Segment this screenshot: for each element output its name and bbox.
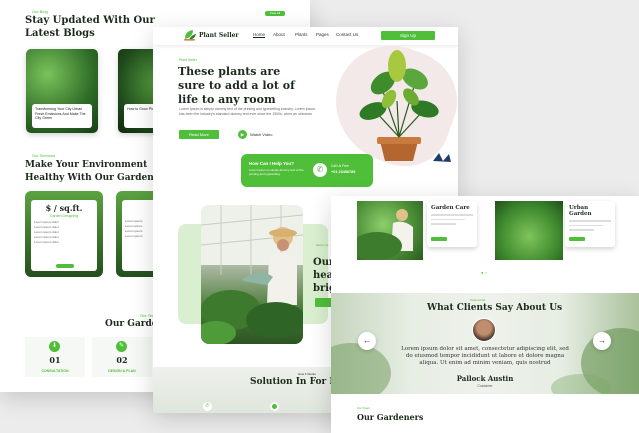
service-card[interactable]: Garden Care xyxy=(427,201,477,247)
watch-video-link[interactable]: Watch Video xyxy=(250,132,272,137)
client-role: Customer xyxy=(477,384,493,388)
testimonial-heading: What Clients Say About Us xyxy=(427,303,563,313)
choose-plan-button[interactable] xyxy=(56,264,74,268)
read-more-button[interactable]: Read More xyxy=(179,130,219,139)
phone-icon[interactable]: ✆ xyxy=(313,163,327,177)
gardener-photo xyxy=(201,205,303,344)
nav-home[interactable]: Home xyxy=(253,32,266,38)
arrow-left-icon[interactable]: ← xyxy=(358,332,376,350)
service-button[interactable] xyxy=(431,237,447,241)
brand-name[interactable]: Plant Seller xyxy=(199,32,239,39)
carousel-dots[interactable]: ● ○ xyxy=(481,270,487,275)
nav-contact[interactable]: Contact Us xyxy=(336,32,358,37)
solution-tag: How It Works xyxy=(298,372,316,376)
play-icon[interactable]: ▶ xyxy=(238,130,247,139)
services-tag: Our Services xyxy=(32,153,56,158)
hero-heading: These plants are sure to add a lot of li… xyxy=(178,65,295,106)
price-value: $ / sq.ft. xyxy=(45,203,83,213)
service-button[interactable] xyxy=(569,237,585,241)
consultation-icon: ⬇ xyxy=(49,341,60,352)
process-step: ✎ 02 DESIGN & PLAN xyxy=(92,337,152,377)
services-page-preview: Garden Care Urban Garden ● ○ Testimonial… xyxy=(331,196,639,433)
help-text: Lorem Ipsum is simply dummy text of the … xyxy=(249,168,304,176)
client-name: Pallock Austin xyxy=(456,374,514,383)
phone-icon: ✆ xyxy=(203,402,212,411)
service-card[interactable]: Urban Garden xyxy=(565,201,615,247)
about-tag: About Us xyxy=(316,243,329,247)
hero-tag: Plant Seller xyxy=(179,58,197,62)
process-step: ⬇ 01 CONSULTATION xyxy=(25,337,85,377)
blog-title[interactable]: Transforming Your City Urban Fresh Emiss… xyxy=(32,104,92,128)
nav-plants[interactable]: Plants xyxy=(295,32,308,37)
potted-plant-illustration xyxy=(359,50,451,162)
testimonial-tag: Testimonial xyxy=(470,298,486,302)
step-number: 02 xyxy=(116,355,128,365)
nav-pages[interactable]: Pages xyxy=(316,32,329,37)
nav-about[interactable]: About xyxy=(273,32,285,37)
dot-icon xyxy=(270,402,279,411)
service-title: Urban Garden xyxy=(569,205,592,217)
sign-up-button[interactable]: Sign Up xyxy=(381,31,435,40)
pricing-card[interactable]: $ / sq.ft. Garden Designing Lorem ipsum … xyxy=(25,191,103,277)
step-number: 01 xyxy=(49,355,61,365)
avatar xyxy=(472,318,496,342)
step-label: DESIGN & PLAN xyxy=(108,369,136,373)
design-icon: ✎ xyxy=(116,341,127,352)
blog-card[interactable]: Transforming Your City Urban Fresh Emiss… xyxy=(26,49,98,133)
hero-text: Lorem Ipsum is simply dummy text of the … xyxy=(179,107,316,116)
call-label: Call Us Free xyxy=(331,164,349,168)
plan-name: Garden Designing xyxy=(49,214,79,218)
testimonial-quote: Lorem ipsum dolor sit amet, consectetur … xyxy=(401,346,569,366)
gardeners-tag: Our Team xyxy=(357,406,371,410)
help-title: How Can I Help You? xyxy=(249,161,294,166)
arrow-right-icon[interactable]: → xyxy=(593,332,611,350)
step-label: CONSULTATION xyxy=(41,369,69,373)
garden-care-image xyxy=(352,201,423,260)
gardeners-heading: Our Gardeners xyxy=(357,412,424,422)
help-card[interactable]: How Can I Help You? Lorem Ipsum is simpl… xyxy=(241,154,373,187)
view-all-button[interactable]: View All xyxy=(265,11,285,16)
urban-garden-image xyxy=(495,201,563,260)
call-number[interactable]: +01 23456789 xyxy=(331,170,355,174)
feature-item: Lorem ipsum dolor xyxy=(34,240,59,244)
service-title: Garden Care xyxy=(431,205,470,211)
logo-leaf-icon xyxy=(184,30,196,41)
